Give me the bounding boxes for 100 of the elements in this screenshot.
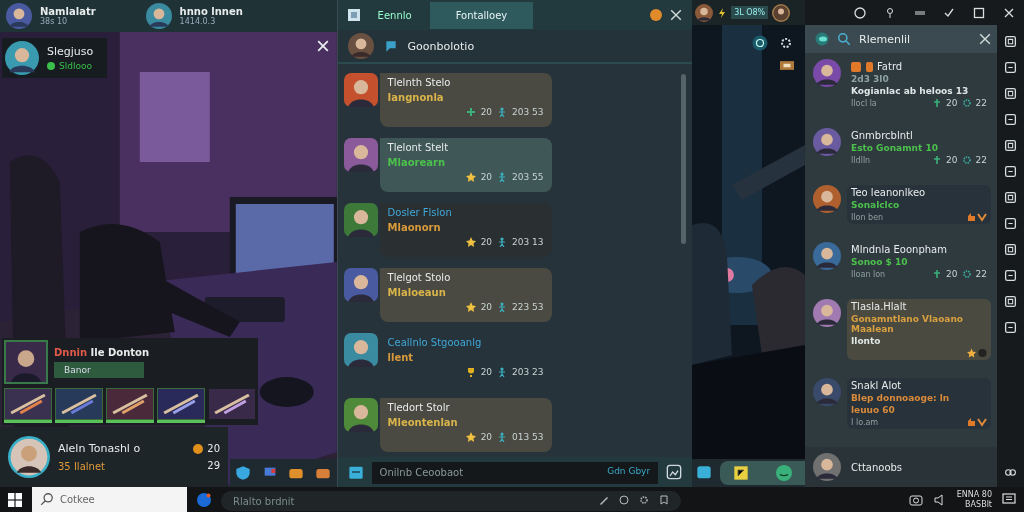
reaction-count: 20 <box>480 431 493 442</box>
avatar <box>813 299 841 327</box>
plus-icon <box>932 269 943 279</box>
clock-icon[interactable] <box>619 494 629 505</box>
reaction-count: 20 <box>946 155 958 165</box>
search-icon[interactable] <box>837 32 851 46</box>
scrollbar[interactable] <box>681 74 687 244</box>
avatar <box>343 138 378 173</box>
sender-name: Gnmbrcblntl <box>851 130 913 141</box>
gear-icon <box>961 155 972 165</box>
maximize-icon[interactable] <box>973 6 986 19</box>
columns-icon[interactable] <box>1004 87 1017 100</box>
eye-icon[interactable] <box>815 32 829 46</box>
thumbs-icon <box>967 212 987 222</box>
check-icon[interactable] <box>943 6 956 19</box>
command-field[interactable]: Rlalto brdnit <box>221 491 681 511</box>
close-icon[interactable] <box>979 33 991 45</box>
sender-name: Tledort Stolr <box>387 401 451 413</box>
camera-icon[interactable] <box>1004 191 1017 204</box>
panel-icon[interactable] <box>1004 243 1017 256</box>
avatar <box>343 267 378 302</box>
score-text: 223 53 <box>512 301 544 312</box>
timestamp: Ilocl la <box>851 98 877 108</box>
window-icon[interactable] <box>1004 295 1017 308</box>
monitor-icon[interactable] <box>1004 139 1017 152</box>
timestamp: I lo.am <box>851 417 879 427</box>
badge-icon[interactable] <box>733 465 750 481</box>
chat-tab[interactable]: Fontalloey <box>429 1 534 29</box>
score-text: 22 <box>975 269 987 279</box>
user-name: Namlalatr <box>40 6 96 17</box>
figure-icon <box>497 431 508 442</box>
star-icon <box>967 348 987 358</box>
target-icon[interactable] <box>752 35 769 51</box>
smiley-icon[interactable] <box>775 465 792 481</box>
message-text: Sonoo $ 10 <box>851 257 908 267</box>
message-text: Blep donnoaoge: ln <box>851 393 950 403</box>
reaction-count: 20 <box>480 366 493 377</box>
link-icon[interactable] <box>1004 466 1017 479</box>
send-link[interactable]: Gdn Gbyr <box>607 466 651 476</box>
search-field[interactable]: Cotkee <box>32 487 187 512</box>
trophy-icon <box>465 366 476 377</box>
close-icon[interactable] <box>670 9 683 21</box>
figure-icon <box>497 107 508 118</box>
image-icon[interactable] <box>666 464 683 480</box>
clock-time: ENNA 80 <box>956 489 992 500</box>
figure-icon <box>497 301 508 312</box>
sender-name: Tlelont Stelt <box>387 142 450 154</box>
windows-icon[interactable] <box>8 492 22 507</box>
figure-icon <box>497 172 508 183</box>
figure-icon <box>497 237 508 248</box>
avatar <box>343 332 378 367</box>
message-text: Mleontenlan <box>387 416 458 428</box>
gear-icon[interactable] <box>639 494 649 505</box>
sender-name: Tlelnth Stelo <box>387 77 452 89</box>
screen-icon[interactable] <box>1004 321 1017 334</box>
channel-name: Goonbolotio <box>407 39 475 53</box>
score-text: 203 55 <box>512 172 544 183</box>
chat-icon[interactable] <box>1004 165 1017 178</box>
lightning-icon <box>717 7 728 18</box>
message-text: llent <box>387 351 414 363</box>
camera-icon[interactable] <box>908 492 923 507</box>
close-icon[interactable] <box>1003 6 1016 19</box>
refresh-icon[interactable] <box>1004 113 1017 126</box>
notification-icon[interactable] <box>1002 492 1016 507</box>
menu-icon[interactable] <box>347 9 360 21</box>
avatar <box>145 3 172 29</box>
clock-icon[interactable] <box>853 6 866 19</box>
image-icon[interactable] <box>1004 269 1017 282</box>
avatar <box>813 242 841 270</box>
inbox-icon[interactable] <box>347 464 364 480</box>
timestamp: Ilon ben <box>851 212 884 222</box>
sender-name: Teo leanonlkeo <box>851 187 926 198</box>
user-info: 1414.0.3 <box>179 17 217 26</box>
plus-icon <box>465 107 476 118</box>
sender-name: Ceallnlo Stgooanlg <box>387 336 483 348</box>
message-text: Mlaonorn <box>387 222 441 234</box>
reaction-count: 20 <box>480 237 493 248</box>
user-name: hnno lnnen <box>179 6 243 17</box>
reaction-count: 20 <box>480 107 493 118</box>
app-icon[interactable] <box>197 492 211 507</box>
avatar <box>813 59 841 87</box>
window-icon[interactable] <box>1004 217 1017 230</box>
bookmark-icon[interactable] <box>659 494 669 505</box>
avatar <box>343 397 378 432</box>
reaction-count: 20 <box>480 301 493 312</box>
pen-icon[interactable] <box>599 494 609 505</box>
tag-icon <box>864 61 874 72</box>
gear-icon <box>961 269 972 279</box>
sender-name: Tlelgot Stolo <box>387 271 452 283</box>
sender-name: Tlasla.Hlalt <box>851 301 907 312</box>
score-text: 203 53 <box>512 107 544 118</box>
timestamp: Iloan lon <box>851 269 886 279</box>
emblem-icon[interactable] <box>650 9 663 21</box>
score-text: 013 53 <box>512 431 544 442</box>
chat-tab[interactable]: Eennlo <box>367 1 422 29</box>
sender-name: Fatrd <box>877 61 903 72</box>
layout-icon[interactable] <box>1004 35 1017 48</box>
timer-icon[interactable] <box>1004 61 1017 74</box>
chat-icon[interactable] <box>696 465 713 481</box>
star-icon <box>465 237 476 248</box>
